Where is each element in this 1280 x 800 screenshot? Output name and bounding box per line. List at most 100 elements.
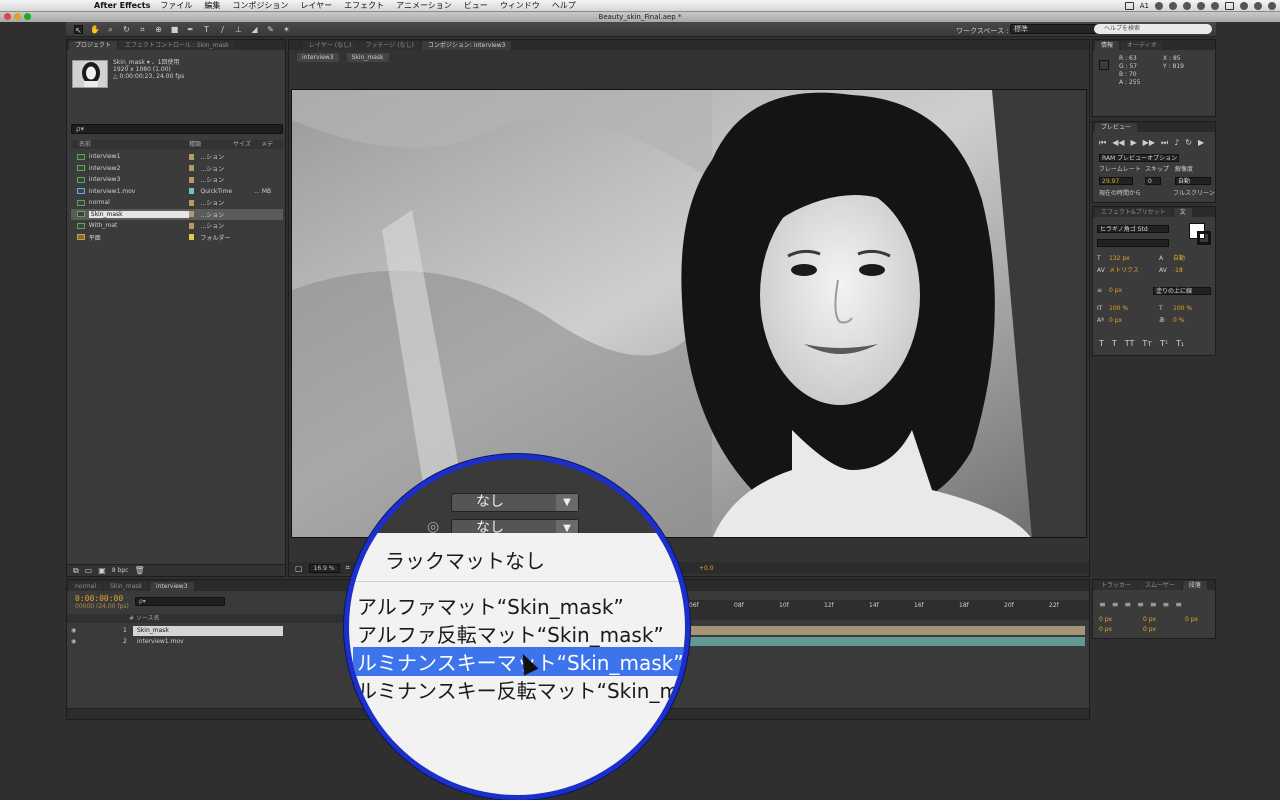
zoom-select[interactable]: 16.9 % [308,563,340,573]
trash-icon[interactable]: 🗑 [134,566,144,575]
resolution-select[interactable]: 自動 [1175,177,1211,185]
battery-icon[interactable] [1225,2,1234,10]
indent-first-field[interactable]: 0 px [1185,616,1198,624]
fullscreen-checkbox[interactable]: フルスクリーン [1173,190,1215,198]
list-item[interactable]: normal ...ション [71,197,283,209]
tab-paragraph[interactable]: 段落 [1182,581,1207,590]
font-size-field[interactable]: 132 px [1109,255,1130,263]
frame-rate-field[interactable]: 29.97 [1099,177,1133,185]
interpret-footage-icon[interactable]: ⧉ [73,566,79,576]
prev-frame-icon[interactable]: ◀◀ [1112,138,1124,148]
tab-composition[interactable]: コンポジション: interview3 [421,41,512,50]
list-item[interactable]: 平面 フォルダー [71,232,283,244]
time-machine-icon[interactable] [1169,2,1177,10]
volume-icon[interactable] [1211,2,1219,10]
layer-row[interactable]: ◉ 2 interview1.mov [67,637,357,647]
menu-help[interactable]: ヘルプ [552,0,576,11]
tab-smoother[interactable]: スムーザー [1139,581,1181,590]
zoom-tool-icon[interactable]: ⌕ [106,25,115,34]
label-color[interactable] [188,176,195,183]
camera-tool-icon[interactable]: ⌗ [138,25,147,34]
tab-footage[interactable]: フッテージ (なし) [359,41,420,50]
last-frame-icon[interactable]: ⏭ [1161,138,1168,148]
tab-timeline-skin-mask[interactable]: Skin_mask [104,582,148,591]
tab-audio[interactable]: オーディオ [1121,41,1163,50]
type-tool-icon[interactable]: T [202,25,211,34]
rotate-tool-icon[interactable]: ↻ [122,25,131,34]
label-color[interactable] [188,188,195,195]
layer-duration-bar[interactable] [627,626,1085,635]
minimize-icon[interactable] [14,13,21,20]
comp-nav-interview3[interactable]: interview3 [297,53,339,62]
next-frame-icon[interactable]: ▶▶ [1143,138,1155,148]
stroke-mode-select[interactable]: 塗りの上に線 [1153,287,1211,295]
justify-center-icon[interactable]: ≡ [1150,600,1157,609]
col-source-name[interactable]: # ソース名 [129,614,160,623]
trackmatte-dropdown-upper[interactable]: なし ▼ [451,493,579,512]
menu-item-alpha-matte[interactable]: アルファマット“Skin_mask” [357,591,624,620]
tab-timeline-normal[interactable]: normal [69,582,103,591]
tab-info[interactable]: 情報 [1095,41,1120,50]
roto-brush-tool-icon[interactable]: ✎ [266,25,275,34]
list-item[interactable]: interview1.mov QuickTime ... MB [71,186,283,198]
pan-behind-tool-icon[interactable]: ⊕ [154,25,163,34]
all-caps-icon[interactable]: TT [1125,339,1135,348]
menu-item-no-matte[interactable]: ラックマットなし [385,545,545,574]
col-type[interactable]: 種類 [189,140,233,149]
app-menu[interactable]: After Effects [94,1,150,10]
list-item[interactable]: With_mat ...ション [71,220,283,232]
ram-options-select[interactable]: RAM プレビューオプション [1099,154,1179,162]
menu-window[interactable]: ウィンドウ [500,0,540,11]
timeline-search-input[interactable]: ρ▾ [135,597,225,606]
play-icon[interactable]: ▶ [1131,138,1137,148]
loop-icon[interactable]: ↻ [1185,138,1192,148]
clone-tool-icon[interactable]: ⊥ [234,25,243,34]
tsume-field[interactable]: 0 % [1173,317,1184,325]
brush-tool-icon[interactable]: ∕ [218,25,227,34]
kerning-field[interactable]: メトリクス [1109,267,1139,275]
horizontal-scale-field[interactable]: 100 % [1173,305,1192,313]
menu-file[interactable]: ファイル [160,0,192,11]
menu-animation[interactable]: アニメーション [396,0,452,11]
stroke-width-field[interactable]: 0 px [1109,287,1122,295]
superscript-icon[interactable]: T¹ [1160,339,1168,348]
font-style-select[interactable] [1097,239,1169,247]
col-media[interactable]: メデ [261,140,281,149]
label-color[interactable] [188,165,195,172]
layer-duration-bar[interactable] [627,637,1085,646]
faux-bold-icon[interactable]: T [1099,339,1104,348]
from-current-checkbox[interactable]: 現在の時間から [1099,190,1141,198]
list-item[interactable]: interview1 ...ション [71,151,283,163]
faux-italic-icon[interactable]: T [1112,339,1117,348]
hand-tool-icon[interactable]: ✋ [90,25,100,34]
label-color[interactable] [188,153,195,160]
list-item[interactable]: Skin_mask ...ション [71,208,283,220]
screen-record-icon[interactable] [1124,2,1134,10]
col-size[interactable]: サイズ [233,140,261,149]
stroke-color-swatch[interactable] [1197,231,1211,245]
label-color[interactable] [188,199,195,206]
align-center-icon[interactable]: ≡ [1112,600,1119,609]
user-icon[interactable] [1254,2,1262,10]
spotlight-icon[interactable] [1268,2,1276,10]
layer-name[interactable]: interview1.mov [133,637,283,647]
tab-layer[interactable]: レイヤー (なし) [303,41,358,50]
justify-all-icon[interactable]: ≡ [1175,600,1182,609]
menu-effect[interactable]: エフェクト [344,0,384,11]
selection-tool-icon[interactable]: ↖ [74,24,83,35]
first-frame-icon[interactable]: ⏮ [1099,138,1106,148]
puppet-tool-icon[interactable]: ✶ [282,25,291,34]
space-after-field[interactable]: 0 px [1143,626,1156,634]
layer-name[interactable]: Skin_mask [133,626,283,636]
sync-icon[interactable] [1155,2,1163,10]
small-caps-icon[interactable]: Tт [1142,339,1152,348]
vertical-scale-field[interactable]: 100 % [1109,305,1128,313]
tab-timeline-interview3[interactable]: interview3 [149,582,194,591]
menu-item-luma-inverted-matte[interactable]: ルミナンスキー反転マット“Skin_m [357,675,679,704]
font-family-select[interactable]: ヒラギノ角ゴ Std [1097,225,1169,233]
tab-character[interactable]: 文 [1173,208,1192,217]
baseline-field[interactable]: 0 px [1109,317,1122,325]
wifi-icon[interactable] [1197,2,1205,10]
exposure-value[interactable]: +0.0 [699,565,714,572]
tab-tracker[interactable]: トラッカー [1095,581,1138,590]
